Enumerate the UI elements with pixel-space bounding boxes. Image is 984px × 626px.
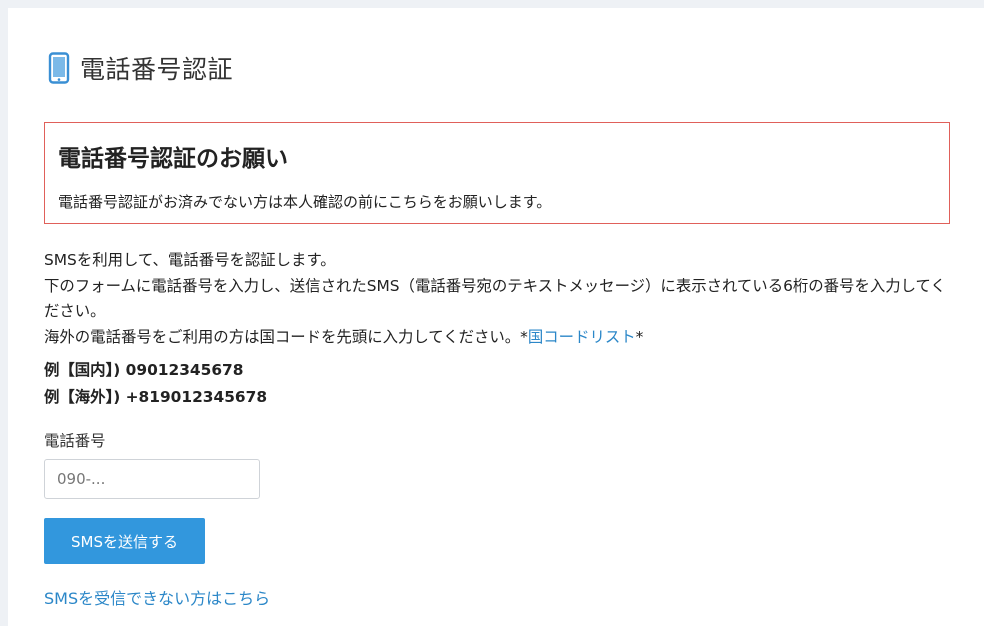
page-title: 電話番号認証 [80, 55, 234, 84]
example-overseas: 例【海外】) +819012345678 [44, 388, 268, 406]
phone-input[interactable] [44, 459, 260, 499]
send-sms-button[interactable]: SMSを送信する [44, 518, 205, 564]
country-code-list-link[interactable]: 国コードリスト [528, 328, 636, 346]
description: SMSを利用して、電話番号を認証します。 下のフォームに電話番号を入力し、送信さ… [44, 248, 960, 350]
phone-label: 電話番号 [44, 432, 106, 450]
description-line-2: 下のフォームに電話番号を入力し、送信されたSMS（電話番号宛のテキストメッセージ… [44, 276, 946, 321]
description-line-3-prefix: 海外の電話番号をご利用の方は国コードを先頭に入力してください。* [44, 327, 528, 346]
description-line-1: SMSを利用して、電話番号を認証します。 [44, 251, 336, 269]
notice-box: 電話番号認証のお願い 電話番号認証がお済みでない方は本人確認の前にこちらをお願い… [44, 122, 950, 224]
page-heading: 電話番号認証 [48, 48, 233, 88]
example-domestic: 例【国内】) 09012345678 [44, 361, 244, 379]
smartphone-icon [48, 52, 70, 84]
description-line-3: 海外の電話番号をご利用の方は国コードを先頭に入力してください。*国コードリスト* [44, 325, 960, 351]
notice-title: 電話番号認証のお願い [58, 146, 288, 172]
description-line-3-suffix: * [635, 327, 644, 346]
main-panel: 電話番号認証 電話番号認証のお願い 電話番号認証がお済みでない方は本人確認の前に… [8, 8, 984, 626]
notice-text: 電話番号認証がお済みでない方は本人確認の前にこちらをお願いします。 [58, 193, 552, 211]
cannot-receive-sms-link[interactable]: SMSを受信できない方はこちら [44, 585, 270, 609]
